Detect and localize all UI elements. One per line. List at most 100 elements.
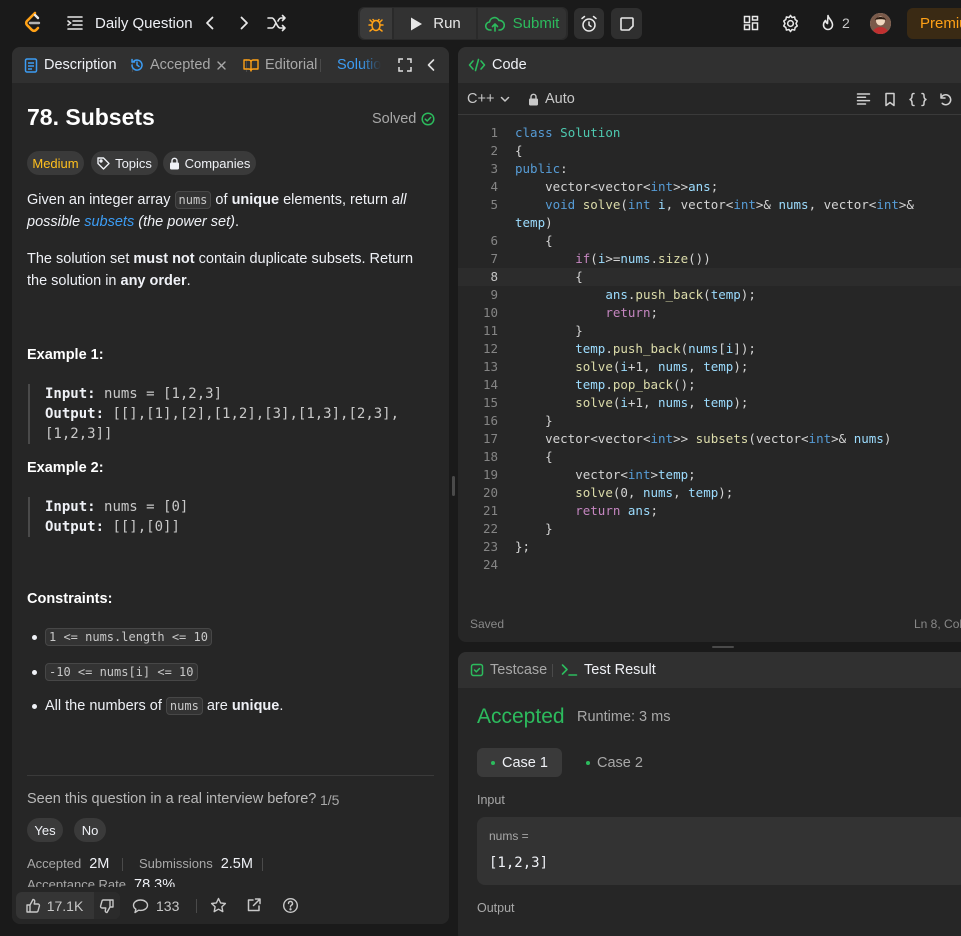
code-line[interactable]: 23};	[458, 538, 961, 556]
format-button[interactable]	[856, 83, 871, 115]
collapse-panel-button[interactable]	[426, 47, 436, 83]
close-icon[interactable]	[216, 60, 227, 71]
code-line[interactable]: 7 if(i>=nums.size())	[458, 250, 961, 268]
tab-editorial[interactable]: Editorial	[243, 47, 317, 83]
code-line[interactable]: 12 temp.push_back(nums[i]);	[458, 340, 961, 358]
tab-accepted[interactable]: Accepted	[130, 47, 227, 83]
companies-button[interactable]: Companies	[163, 151, 256, 175]
code-line[interactable]: 20 solve(0, nums, temp);	[458, 484, 961, 502]
chevron-down-icon	[501, 96, 510, 102]
auto-mode-toggle[interactable]: Auto	[528, 83, 575, 115]
code-line[interactable]: 24	[458, 556, 961, 574]
tab-code[interactable]: Code	[468, 47, 527, 83]
line-number: 6	[490, 233, 498, 248]
code-line[interactable]: 15 solve(i+1, nums, temp);	[458, 394, 961, 412]
braces-button[interactable]	[909, 83, 927, 115]
code-line[interactable]: 10 return;	[458, 304, 961, 322]
code-line-text: {	[515, 449, 553, 464]
run-button[interactable]: Run	[394, 8, 476, 39]
case-2-tab[interactable]: Case 2	[572, 748, 657, 777]
code-line[interactable]: 6 {	[458, 232, 961, 250]
daily-question-label[interactable]: Daily Question	[95, 13, 193, 33]
topics-button[interactable]: Topics	[91, 151, 158, 175]
tab-solutions[interactable]: Solutions	[331, 47, 381, 83]
code-line[interactable]: 18 {	[458, 448, 961, 466]
code-line[interactable]: temp)	[458, 214, 961, 232]
submit-button[interactable]: Submit	[478, 8, 566, 39]
share-button[interactable]	[246, 897, 262, 913]
horizontal-resize-handle[interactable]	[712, 646, 734, 648]
left-tab-bar: Description Accepted Editorial Solutions	[12, 47, 449, 83]
subsets-link[interactable]: subsets	[84, 214, 134, 230]
bookmark-button[interactable]	[884, 83, 896, 115]
description-paragraph-2: The solution set must not contain duplic…	[27, 251, 414, 289]
code-line[interactable]: 3 public:	[458, 160, 961, 178]
code-line[interactable]: 11 }	[458, 322, 961, 340]
debug-button[interactable]	[360, 8, 392, 39]
code-line[interactable]: 1 class Solution	[458, 124, 961, 142]
code-line-text: }	[515, 323, 583, 338]
code-editor[interactable]: 1 class Solution 2{3 public: 4 vector<vector…	[458, 124, 961, 574]
code-line[interactable]: 13 solve(i+1, nums, temp);	[458, 358, 961, 376]
problem-list-icon[interactable]	[66, 14, 84, 32]
help-button[interactable]	[282, 897, 299, 914]
maximize-button[interactable]	[398, 47, 412, 83]
bookmark-icon	[885, 92, 895, 106]
description-paragraph-1: Given an integer array nums of unique el…	[27, 191, 407, 230]
streak-counter[interactable]: 2	[820, 13, 850, 33]
code-line-text: class Solution	[515, 125, 621, 140]
code-line[interactable]: 5 void solve(int i, vector<int>& nums, v…	[458, 196, 961, 214]
yes-button[interactable]: Yes	[27, 818, 63, 842]
line-number: 11	[482, 323, 498, 338]
premium-button[interactable]: Premium	[907, 8, 961, 39]
favorite-button[interactable]	[210, 897, 227, 914]
line-number: 20	[482, 485, 498, 500]
timer-button[interactable]	[574, 8, 604, 39]
no-button[interactable]: No	[74, 818, 106, 842]
case-1-tab[interactable]: Case 1	[477, 748, 562, 777]
vertical-resize-handle[interactable]	[452, 476, 455, 496]
code-line[interactable]: 8 {	[458, 268, 961, 286]
code-line[interactable]: 9 ans.push_back(temp);	[458, 286, 961, 304]
code-line[interactable]: 4 vector<vector<int>>ans;	[458, 178, 961, 196]
notes-button[interactable]	[611, 8, 642, 39]
tab-solutions-label: Solutions	[337, 57, 381, 73]
layout-button[interactable]	[742, 14, 760, 32]
inline-code-nums: nums	[174, 191, 212, 209]
like-button[interactable]: 17.1K	[16, 892, 92, 919]
run-label: Run	[433, 15, 461, 32]
dislike-button[interactable]	[94, 892, 120, 919]
next-question-button[interactable]	[234, 13, 254, 33]
streak-count: 2	[842, 15, 850, 31]
user-avatar[interactable]	[870, 13, 891, 34]
test-tab-bar: Testcase Test Result	[458, 652, 961, 688]
language-select[interactable]: C++	[467, 83, 511, 115]
line-number: 8	[490, 269, 498, 284]
problem-title[interactable]: 78. Subsets	[27, 104, 155, 131]
code-line[interactable]: 19 vector<int>temp;	[458, 466, 961, 484]
code-line-text: solve(i+1, nums, temp);	[575, 359, 749, 374]
code-line[interactable]: 16 }	[458, 412, 961, 430]
tab-test-result[interactable]: Test Result	[561, 652, 656, 688]
code-line[interactable]: 2{	[458, 142, 961, 160]
code-line-text: vector<vector<int>>ans;	[545, 179, 719, 194]
code-line[interactable]: 17 vector<vector<int>> subsets(vector<in…	[458, 430, 961, 448]
shuffle-button[interactable]	[266, 13, 288, 33]
constraint-item: -10 <= nums[i] <= 10	[32, 663, 198, 681]
stat-separator	[122, 858, 123, 871]
prev-question-button[interactable]	[200, 13, 220, 33]
settings-button[interactable]	[780, 13, 800, 33]
tab-description-label: Description	[44, 57, 117, 73]
code-line[interactable]: 14 temp.pop_back();	[458, 376, 961, 394]
leetcode-logo-icon[interactable]	[22, 11, 44, 35]
code-line[interactable]: 21 return ans;	[458, 502, 961, 520]
code-line-text: temp.pop_back();	[575, 377, 696, 392]
comments-button[interactable]: 133	[132, 892, 179, 919]
code-line-text: void solve(int i, vector<int>& nums, vec…	[545, 197, 914, 212]
reset-code-button[interactable]	[938, 83, 953, 115]
maximize-icon	[398, 58, 412, 72]
code-line[interactable]: 22 }	[458, 520, 961, 538]
tab-separator	[320, 59, 321, 72]
tab-testcase[interactable]: Testcase	[470, 652, 547, 688]
tab-description[interactable]: Description	[24, 47, 117, 83]
